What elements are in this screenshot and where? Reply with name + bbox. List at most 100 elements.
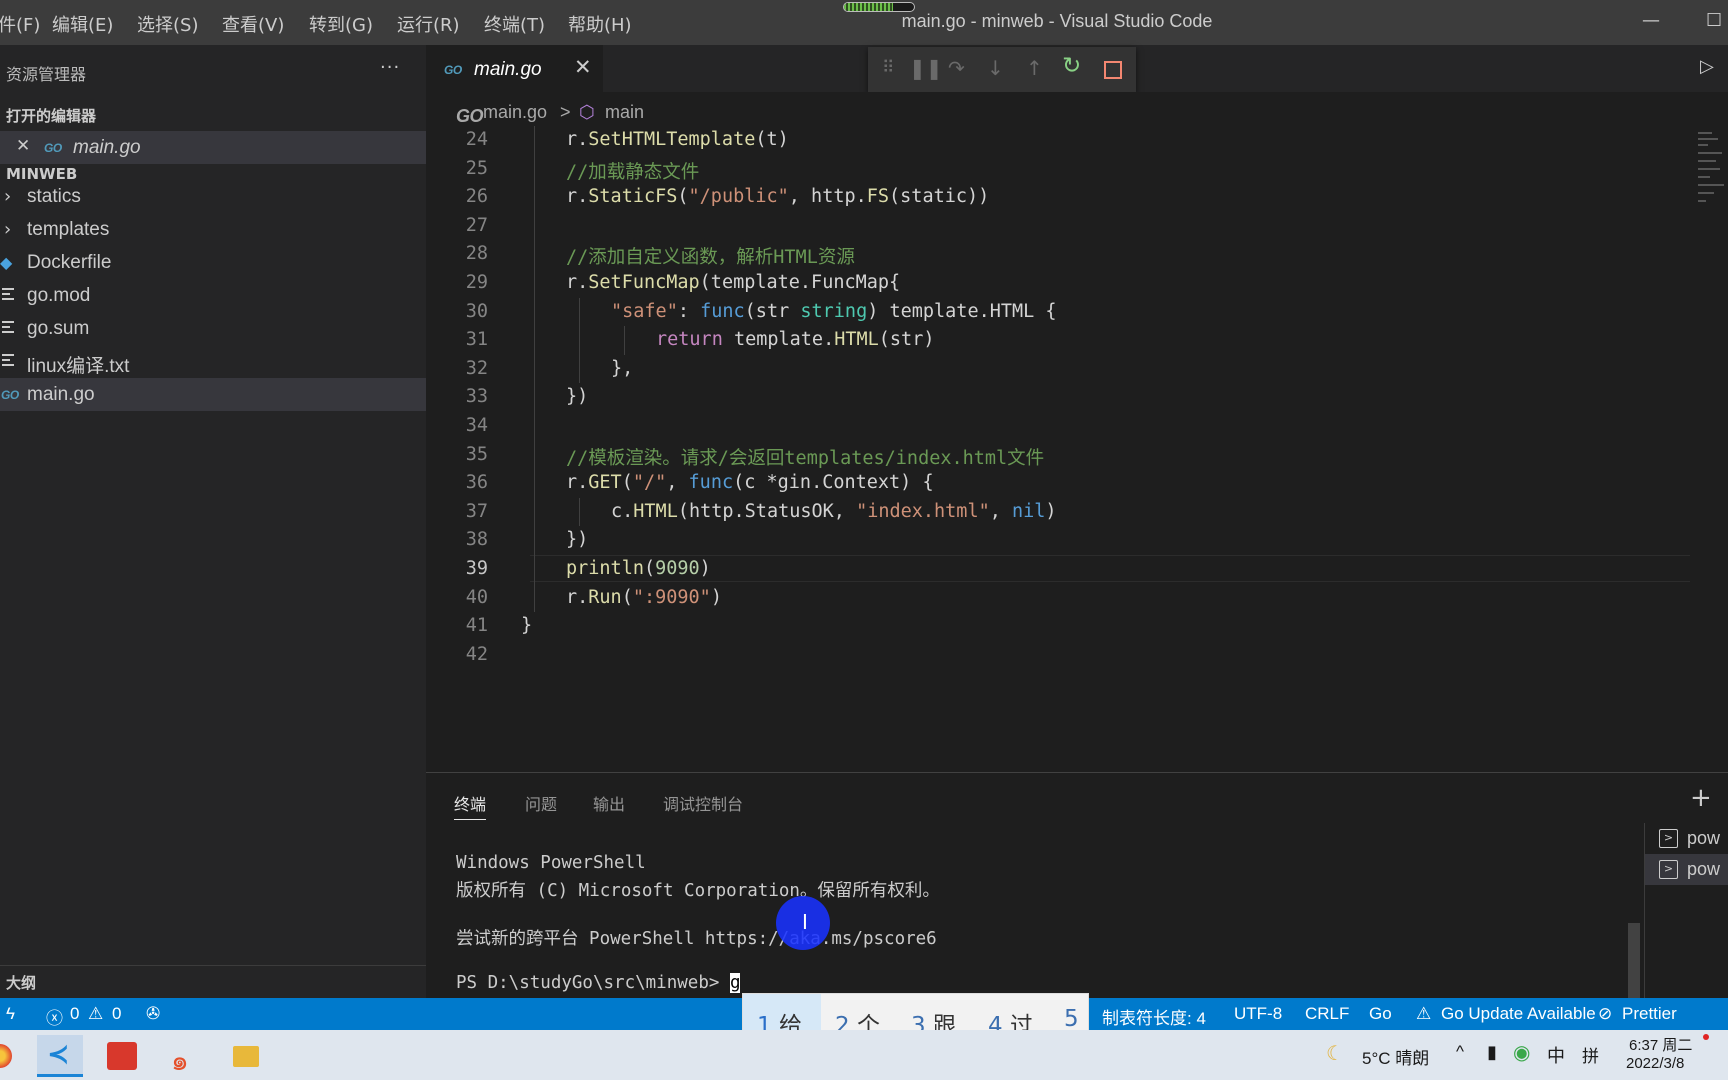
line-number[interactable]: 37 [426, 501, 488, 522]
pause-icon[interactable]: ❚❚ [909, 56, 943, 80]
new-terminal-icon[interactable]: + [1690, 783, 1712, 813]
tab-debug-console[interactable]: 调试控制台 [663, 791, 743, 815]
taskbar-app-shell[interactable]: ๑ [161, 1035, 207, 1077]
taskbar-app-folder[interactable] [223, 1035, 269, 1077]
code-line[interactable]: 35 //模板渲染。请求/会返回templates/index.html文件 [426, 440, 1690, 470]
terminal-scrollbar[interactable] [1628, 923, 1640, 999]
step-over-icon[interactable]: ↷ [948, 56, 965, 80]
remote-icon[interactable]: ϟ [6, 1004, 15, 1024]
warning-count[interactable]: 0 [112, 1004, 121, 1024]
line-ending[interactable]: CRLF [1305, 1004, 1349, 1024]
maximize-button[interactable]: ☐ [1706, 10, 1722, 31]
line-number[interactable]: 27 [426, 215, 488, 236]
line-number[interactable]: 35 [426, 444, 488, 465]
line-number[interactable]: 40 [426, 587, 488, 608]
input-mode[interactable]: 中 [1547, 1042, 1565, 1068]
tree-item-dockerfile[interactable]: ◆ Dockerfile [0, 246, 426, 279]
go-update-status[interactable]: Go Update Available [1441, 1004, 1596, 1024]
code-line[interactable]: 40 r.Run(":9090") [426, 583, 1690, 613]
code-line[interactable]: 27 [426, 211, 1690, 241]
code-line[interactable]: 38}) [426, 526, 1690, 555]
line-number[interactable]: 42 [426, 644, 488, 665]
line-number[interactable]: 41 [426, 615, 488, 636]
tab-terminal[interactable]: 终端 [454, 791, 487, 820]
step-out-icon[interactable]: ↑ [1026, 56, 1043, 80]
code-line[interactable]: 39 println(9090) [426, 555, 1690, 584]
step-into-icon[interactable]: ↓ [987, 56, 1004, 80]
error-icon[interactable]: ⓧ [46, 1004, 63, 1029]
tree-item-go-mod[interactable]: go.mod [0, 279, 426, 312]
terminal-item[interactable]: > pow [1645, 823, 1728, 854]
clock-date[interactable]: 2022/3/8 [1626, 1055, 1684, 1072]
code-editor[interactable]: 24 r.SetHTMLTemplate(t) 25 //加载静态文件 26 r.Stat… [426, 126, 1690, 772]
language-mode[interactable]: Go [1369, 1004, 1392, 1024]
code-line[interactable]: 29 r.SetFuncMap(template.FuncMap{ [426, 269, 1690, 298]
line-number[interactable]: 38 [426, 529, 488, 550]
error-count[interactable]: 0 [70, 1004, 79, 1024]
code-line[interactable]: 37 c.HTML(http.StatusOK, "index.html", ni… [426, 497, 1690, 527]
line-number[interactable]: 25 [426, 158, 488, 179]
tree-item-linux-txt[interactable]: linux编译.txt [0, 345, 426, 378]
code-line[interactable]: 34 [426, 412, 1690, 441]
tree-item-main-go[interactable]: GO main.go [0, 378, 426, 411]
code-line[interactable]: 41} [426, 612, 1690, 641]
code-line[interactable]: 31 return template.HTML(str) [426, 326, 1690, 355]
tab-close-icon[interactable]: ✕ [574, 55, 592, 79]
tree-item-templates[interactable]: › templates [0, 213, 426, 246]
code-line[interactable]: 24 r.SetHTMLTemplate(t) [426, 126, 1690, 155]
microphone-icon[interactable]: ▮ [1487, 1042, 1497, 1063]
breadcrumb-symbol[interactable]: main [605, 102, 644, 123]
line-number[interactable]: 30 [426, 301, 488, 322]
code-line[interactable]: 26 r.StaticFS("/public", http.FS(static)) [426, 183, 1690, 212]
close-icon[interactable]: ✕ [16, 136, 30, 156]
taskbar-app-vscode[interactable]: ≺ [37, 1035, 83, 1077]
open-editor-main-go[interactable]: ✕ GO main.go [0, 131, 426, 164]
line-number[interactable]: 39 [426, 558, 488, 579]
outline-section[interactable]: 大纲 [0, 965, 426, 998]
code-line[interactable]: 28 //添加自定义函数，解析HTML资源 [426, 240, 1690, 269]
breadcrumb-file[interactable]: main.go [483, 102, 547, 123]
chevron-up-icon[interactable]: ^ [1456, 1042, 1464, 1062]
tab-problems[interactable]: 问题 [525, 791, 557, 815]
clock-time[interactable]: 6:37 周二 [1629, 1034, 1692, 1055]
code-line[interactable]: 33}) [426, 383, 1690, 412]
ime-candidate[interactable]: 5 [1064, 1006, 1079, 1032]
weather-text[interactable]: 5°C 晴朗 [1362, 1044, 1429, 1069]
line-number[interactable]: 36 [426, 472, 488, 493]
stop-icon[interactable] [1104, 61, 1122, 79]
code-line[interactable]: 32}, [426, 354, 1690, 384]
keyboard-layout[interactable]: 拼 [1582, 1042, 1599, 1067]
warning-icon[interactable]: ⚠ [88, 1004, 103, 1024]
debug-icon[interactable]: ✇ [146, 1004, 160, 1024]
minimap[interactable] [1694, 130, 1728, 210]
line-number[interactable]: 32 [426, 358, 488, 379]
terminal-input[interactable]: g [729, 973, 741, 993]
line-number[interactable]: 24 [426, 129, 488, 150]
terminal-prompt-line[interactable]: PS D:\studyGo\src\minweb> g [456, 973, 741, 993]
code-line[interactable]: 25 //加载静态文件 [426, 154, 1690, 184]
taskbar-app-editor[interactable] [99, 1035, 145, 1077]
tab-size[interactable]: 制表符长度: 4 [1102, 1004, 1206, 1029]
taskbar-app-browser[interactable] [0, 1035, 28, 1077]
restart-icon[interactable]: ↻ [1062, 53, 1081, 79]
line-number[interactable]: 31 [426, 329, 488, 350]
tab-main-go[interactable]: GO main.go ✕ [426, 45, 603, 92]
line-number[interactable]: 29 [426, 272, 488, 293]
line-number[interactable]: 33 [426, 386, 488, 407]
tree-item-go-sum[interactable]: go.sum [0, 312, 426, 345]
prettier-status[interactable]: Prettier [1622, 1004, 1677, 1024]
terminal-item[interactable]: > pow [1645, 854, 1728, 885]
run-icon[interactable]: ▷ [1700, 56, 1714, 77]
tree-item-statics[interactable]: › statics [0, 180, 426, 213]
line-number[interactable]: 26 [426, 186, 488, 207]
code-line[interactable]: 42 [426, 641, 1690, 670]
code-line[interactable]: 30 "safe": func(str string) template.HTML… [426, 297, 1690, 327]
tab-output[interactable]: 输出 [593, 791, 625, 815]
open-editors-section[interactable]: 打开的编辑器 [6, 105, 96, 126]
line-number[interactable]: 28 [426, 243, 488, 264]
drag-handle-icon[interactable]: ⠿ [882, 58, 894, 78]
minimize-button[interactable]: — [1642, 10, 1660, 31]
sync-icon[interactable]: ◉ [1513, 1040, 1530, 1065]
line-number[interactable]: 34 [426, 415, 488, 436]
encoding[interactable]: UTF-8 [1234, 1004, 1282, 1024]
